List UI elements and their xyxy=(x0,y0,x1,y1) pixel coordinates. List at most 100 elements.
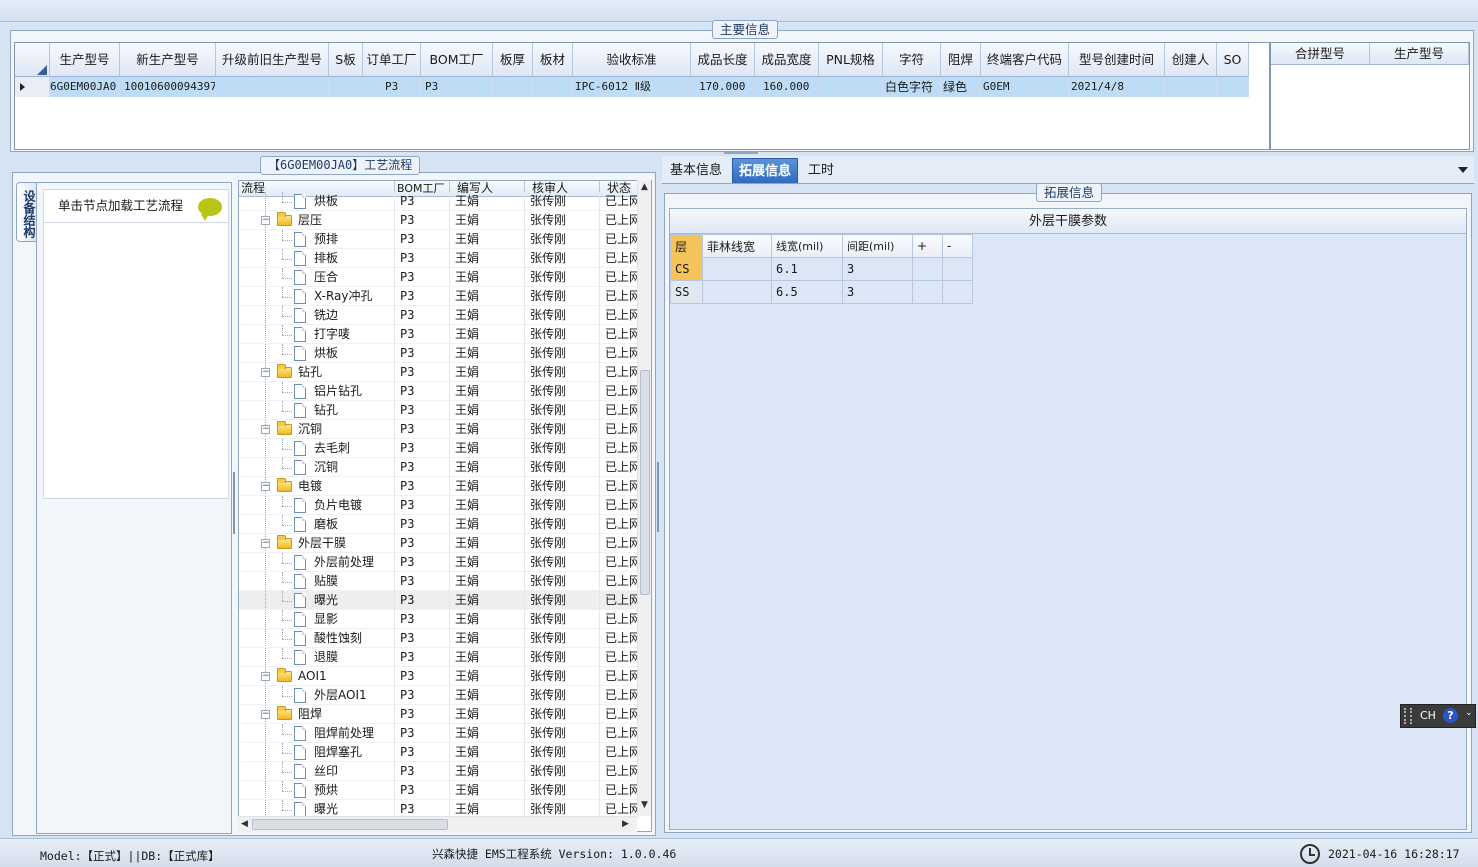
reviewer-cell[interactable]: 张传刚 xyxy=(525,667,600,686)
horizontal-splitter-grip[interactable] xyxy=(724,152,758,154)
reviewer-cell[interactable]: 张传刚 xyxy=(525,553,600,572)
tree-node-row[interactable]: 排板 P3 王娟 张传刚 已上网 xyxy=(239,249,639,268)
tree-node-row[interactable]: 铣边 P3 王娟 张传刚 已上网 xyxy=(239,306,639,325)
status-cell[interactable]: 已上网 xyxy=(600,344,639,363)
reviewer-cell[interactable]: 张传刚 xyxy=(525,401,600,420)
tree-node-cell[interactable]: − 外层干膜 xyxy=(239,534,395,553)
reviewer-cell[interactable]: 张传刚 xyxy=(525,268,600,287)
reviewer-cell[interactable]: 张传刚 xyxy=(525,743,600,762)
scroll-down-icon[interactable]: ▼ xyxy=(641,800,648,810)
tree-node-cell[interactable]: 沉铜 xyxy=(239,458,395,477)
tree-node-cell[interactable]: 阻焊塞孔 xyxy=(239,743,395,762)
tree-node-label[interactable]: 预排 xyxy=(314,230,338,248)
writer-cell[interactable]: 王娟 xyxy=(450,192,525,211)
reviewer-cell[interactable]: 张传刚 xyxy=(525,534,600,553)
tree-node-cell[interactable]: 压合 xyxy=(239,268,395,287)
status-cell[interactable]: 已上网 xyxy=(600,534,639,553)
tree-node-label[interactable]: 层压 xyxy=(298,211,322,229)
writer-cell[interactable]: 王娟 xyxy=(450,648,525,667)
tree-folder-row[interactable]: − AOI1 P3 王娟 张传刚 已上网 xyxy=(239,667,639,686)
param-cell[interactable] xyxy=(912,280,943,304)
bom-factory-cell[interactable]: P3 xyxy=(395,268,450,287)
tree-node-row[interactable]: 贴膜 P3 王娟 张传刚 已上网 xyxy=(239,572,639,591)
tab-basic-info[interactable]: 基本信息 xyxy=(664,158,728,183)
tree-node-label[interactable]: 预烘 xyxy=(314,781,338,799)
collapse-icon[interactable]: − xyxy=(261,482,270,491)
writer-cell[interactable]: 王娟 xyxy=(450,382,525,401)
tree-node-row[interactable]: 退膜 P3 王娟 张传刚 已上网 xyxy=(239,648,639,667)
param-cell[interactable]: 6.5 xyxy=(771,280,843,304)
reviewer-cell[interactable]: 张传刚 xyxy=(525,496,600,515)
bom-factory-cell[interactable]: P3 xyxy=(395,439,450,458)
writer-cell[interactable]: 王娟 xyxy=(450,477,525,496)
tree-node-label[interactable]: 退膜 xyxy=(314,648,338,666)
bom-factory-cell[interactable]: P3 xyxy=(395,686,450,705)
col-header[interactable]: 新生产型号 xyxy=(120,43,216,77)
status-cell[interactable]: 已上网 xyxy=(600,287,639,306)
status-cell[interactable]: 已上网 xyxy=(600,477,639,496)
writer-cell[interactable]: 王娟 xyxy=(450,268,525,287)
bom-factory-cell[interactable]: P3 xyxy=(395,363,450,382)
collapse-icon[interactable]: − xyxy=(261,425,270,434)
tree-node-label[interactable]: 磨板 xyxy=(314,515,338,533)
writer-cell[interactable]: 王娟 xyxy=(450,724,525,743)
cell-s-board[interactable] xyxy=(329,77,363,97)
reviewer-cell[interactable]: 张传刚 xyxy=(525,762,600,781)
writer-cell[interactable]: 王娟 xyxy=(450,781,525,800)
param-col-header[interactable]: 线宽(mil) xyxy=(771,234,843,258)
writer-cell[interactable]: 王娟 xyxy=(450,591,525,610)
tree-node-cell[interactable]: − 沉铜 xyxy=(239,420,395,439)
tree-node-row[interactable]: 钻孔 P3 王娟 张传刚 已上网 xyxy=(239,401,639,420)
bom-factory-cell[interactable]: P3 xyxy=(395,572,450,591)
col-header[interactable]: 升级前旧生产型号 xyxy=(216,43,329,77)
cell-old-model[interactable] xyxy=(216,77,329,97)
tree-node-label[interactable]: 负片电镀 xyxy=(314,496,362,514)
reviewer-cell[interactable]: 张传刚 xyxy=(525,325,600,344)
tree-node-row[interactable]: 预烘 P3 王娟 张传刚 已上网 xyxy=(239,781,639,800)
tree-node-label[interactable]: 钻孔 xyxy=(314,401,338,419)
reviewer-cell[interactable]: 张传刚 xyxy=(525,420,600,439)
cell-pnl-spec[interactable] xyxy=(819,77,883,97)
writer-cell[interactable]: 王娟 xyxy=(450,629,525,648)
param-cell[interactable]: 6.1 xyxy=(771,257,843,281)
tree-node-label[interactable]: 烘板 xyxy=(314,344,338,362)
bom-factory-cell[interactable]: P3 xyxy=(395,534,450,553)
reviewer-cell[interactable]: 张传刚 xyxy=(525,306,600,325)
tree-node-label[interactable]: 排板 xyxy=(314,249,338,267)
cell-thickness[interactable] xyxy=(493,77,533,97)
status-cell[interactable]: 已上网 xyxy=(600,439,639,458)
col-header[interactable]: 合拼型号 xyxy=(1271,43,1370,65)
cell-customer-code[interactable]: G0EM xyxy=(981,77,1069,97)
tree-node-row[interactable]: 外层前处理 P3 王娟 张传刚 已上网 xyxy=(239,553,639,572)
tree-node-label[interactable]: 去毛刺 xyxy=(314,439,350,457)
param-cell[interactable] xyxy=(942,257,973,281)
writer-cell[interactable]: 王娟 xyxy=(450,249,525,268)
writer-cell[interactable]: 王娟 xyxy=(450,496,525,515)
bom-factory-cell[interactable]: P3 xyxy=(395,230,450,249)
status-cell[interactable]: 已上网 xyxy=(600,401,639,420)
tree-node-label[interactable]: 铣边 xyxy=(314,306,338,324)
writer-cell[interactable]: 王娟 xyxy=(450,515,525,534)
bom-factory-cell[interactable]: P3 xyxy=(395,610,450,629)
reviewer-cell[interactable]: 张传刚 xyxy=(525,515,600,534)
bom-factory-cell[interactable]: P3 xyxy=(395,648,450,667)
help-icon[interactable]: ? xyxy=(1443,708,1458,723)
status-cell[interactable]: 已上网 xyxy=(600,591,639,610)
tree-node-row[interactable]: 显影 P3 王娟 张传刚 已上网 xyxy=(239,610,639,629)
cell-creator[interactable] xyxy=(1165,77,1217,97)
col-header[interactable]: 订单工厂 xyxy=(363,43,421,77)
collapse-icon[interactable]: − xyxy=(261,368,270,377)
col-header[interactable]: 型号创建时间 xyxy=(1069,43,1165,77)
cell-length[interactable]: 170.000 xyxy=(691,77,755,97)
writer-cell[interactable]: 王娟 xyxy=(450,762,525,781)
load-process-body[interactable] xyxy=(43,223,229,499)
bom-factory-cell[interactable]: P3 xyxy=(395,401,450,420)
bom-factory-cell[interactable]: P3 xyxy=(395,344,450,363)
status-cell[interactable]: 已上网 xyxy=(600,724,639,743)
status-cell[interactable]: 已上网 xyxy=(600,192,639,211)
bom-factory-cell[interactable]: P3 xyxy=(395,781,450,800)
reviewer-cell[interactable]: 张传刚 xyxy=(525,477,600,496)
reviewer-cell[interactable]: 张传刚 xyxy=(525,648,600,667)
writer-cell[interactable]: 王娟 xyxy=(450,230,525,249)
param-row[interactable]: CS 6.1 3 xyxy=(670,257,973,281)
